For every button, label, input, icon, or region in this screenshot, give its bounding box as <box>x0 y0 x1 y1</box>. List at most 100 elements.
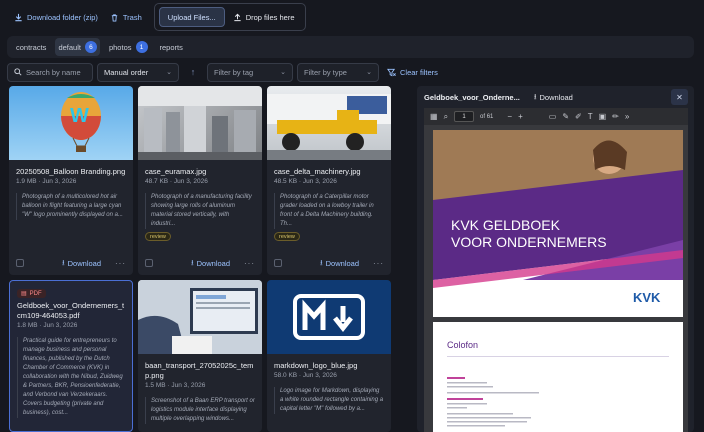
select-checkbox[interactable] <box>145 259 153 267</box>
file-description: Photograph of a multicolored hot air bal… <box>16 193 126 220</box>
comment-icon[interactable]: ▭ <box>549 112 557 121</box>
file-card[interactable]: case_euramax.jpg 48.7 KB · Jun 3, 2026 P… <box>138 86 262 275</box>
page-number-input[interactable]: 1 <box>454 111 475 122</box>
preview-download-label: Download <box>539 92 573 102</box>
drop-zone[interactable]: Drop files here <box>227 6 301 28</box>
file-meta: 1.5 MB · Jun 3, 2026 <box>145 382 206 389</box>
arrow-up-icon: ↑ <box>190 67 196 77</box>
file-name: case_euramax.jpg <box>145 167 207 176</box>
close-icon[interactable]: ✕ <box>671 89 688 105</box>
download-label: Download <box>325 258 359 268</box>
download-button[interactable]: ⭳ Download <box>62 257 101 270</box>
drop-zone-label: Drop files here <box>245 12 295 22</box>
file-description: Practical guide for entrepreneurs to man… <box>17 337 125 418</box>
cover-title-line2: VOOR ONDERNEMERS <box>451 234 607 250</box>
tab-default[interactable]: default 6 <box>55 38 100 56</box>
chevron-down-icon: ⌄ <box>166 69 172 76</box>
card-footer: ⭳ Download ··· <box>16 257 126 269</box>
trash-button[interactable]: Trash <box>104 6 148 28</box>
upload-files-button[interactable]: Upload Files... <box>158 7 225 27</box>
type-filter-placeholder: Filter by type <box>304 67 347 77</box>
chevron-down-icon: ⌄ <box>366 69 372 76</box>
file-card[interactable]: baan_transport_27052025c_temp.png 1.5 MB… <box>138 280 262 432</box>
card-footer: ⭳ Download ··· <box>274 257 384 269</box>
download-button[interactable]: ⭳ Download <box>191 257 230 270</box>
preview-download-button[interactable]: ⭳ Download <box>534 91 573 104</box>
sort-select[interactable]: Manual order ⌄ <box>97 62 179 82</box>
file-description: Logo image for Markdown, displaying a wh… <box>274 387 384 414</box>
file-name: baan_transport_27052025c_temp.png <box>145 361 254 380</box>
tab-reports[interactable]: reports <box>157 38 186 56</box>
preview-header: Geldboek_voor_Onderne... ⭳ Download <box>417 86 694 108</box>
tag-filter-select[interactable]: Filter by tag ⌄ <box>207 62 293 82</box>
file-name: case_delta_machinery.jpg <box>274 167 361 176</box>
draw-icon[interactable]: ✐ <box>575 112 582 121</box>
file-card[interactable]: markdown_logo_blue.jpg 58.0 KB · Jun 3, … <box>267 280 391 432</box>
sidebar-toggle-icon[interactable]: ▦ <box>430 112 438 121</box>
more-options-icon[interactable]: ··· <box>244 259 255 268</box>
download-icon <box>15 13 22 21</box>
file-card[interactable]: case_delta_machinery.jpg 48.5 KB · Jun 3… <box>267 86 391 275</box>
erp-screenshot-thumbnail <box>138 280 262 354</box>
grader-thumbnail <box>267 86 391 160</box>
search-input[interactable]: Search by name <box>7 62 93 82</box>
zoom-out-icon[interactable]: − <box>507 112 512 121</box>
more-options-icon[interactable]: ··· <box>115 259 126 268</box>
highlight-icon[interactable]: ✎ <box>562 112 569 121</box>
top-toolbar: Download folder (zip) Trash Upload Files… <box>0 0 704 34</box>
select-checkbox[interactable] <box>274 259 282 267</box>
file-meta: 1.9 MB · Jun 3, 2026 <box>16 178 77 185</box>
preview-title: Geldboek_voor_Onderne... <box>424 92 520 102</box>
text-icon[interactable]: T <box>588 112 593 121</box>
tab-label: reports <box>159 42 183 52</box>
type-filter-select[interactable]: Filter by type ⌄ <box>297 62 379 82</box>
tag-filter-placeholder: Filter by tag <box>214 67 254 77</box>
trash-icon <box>111 13 118 22</box>
pdf-toolbar: ▦ ⌕ 1 of 61 − + ▭ ✎ ✐ T ▣ ✏ » <box>424 108 688 125</box>
file-card[interactable]: W 20250508_Balloon Branding.png 1.9 MB ·… <box>9 86 133 275</box>
pdf-viewer: ▦ ⌕ 1 of 61 − + ▭ ✎ ✐ T ▣ ✏ » KVK GELDBO… <box>424 108 688 432</box>
pdf-badge: ▤ PDF <box>17 289 46 298</box>
clear-filter-icon <box>387 68 396 76</box>
zoom-in-icon[interactable]: + <box>518 112 523 121</box>
download-icon: ⭳ <box>320 257 323 267</box>
sort-direction-button[interactable]: ↑ <box>183 63 203 82</box>
select-checkbox[interactable] <box>16 259 24 267</box>
image-icon[interactable]: ▣ <box>599 112 607 121</box>
colofon-body-text <box>447 377 539 427</box>
clear-filters-button[interactable]: Clear filters <box>387 68 438 77</box>
file-meta: 48.7 KB · Jun 3, 2026 <box>145 178 208 185</box>
file-description: Screenshot of a Baan ERP transport or lo… <box>145 397 255 424</box>
review-tag[interactable]: review <box>274 232 300 241</box>
more-options-icon[interactable]: ··· <box>373 259 384 268</box>
tab-count-badge: 6 <box>84 41 97 53</box>
file-name: 20250508_Balloon Branding.png <box>16 167 126 176</box>
file-grid: W 20250508_Balloon Branding.png 1.9 MB ·… <box>9 86 399 432</box>
tab-label: default <box>58 42 81 52</box>
edit-icon[interactable]: ✏ <box>612 112 619 121</box>
download-button[interactable]: ⭳ Download <box>320 257 359 270</box>
download-icon: ⭳ <box>62 257 65 267</box>
chevron-down-icon: ⌄ <box>280 69 286 76</box>
pdf-badge-label: PDF <box>29 290 42 297</box>
download-folder-button[interactable]: Download folder (zip) <box>8 6 104 28</box>
tab-label: photos <box>108 42 132 52</box>
pdf-page-colofon: Colofon <box>433 322 683 432</box>
tab-contracts[interactable]: contracts <box>13 38 49 56</box>
overflow-icon[interactable]: » <box>625 112 629 121</box>
search-placeholder: Search by name <box>26 67 81 77</box>
tab-count-badge: 1 <box>135 41 148 53</box>
colofon-title: Colofon <box>447 340 479 350</box>
svg-text:W: W <box>70 105 89 127</box>
review-tag[interactable]: review <box>145 232 171 241</box>
cover-title-line1: KVK GELDBOEK <box>451 217 561 233</box>
tab-photos[interactable]: photos 1 <box>106 38 151 56</box>
download-label: Download <box>196 258 230 268</box>
download-label: Download <box>67 258 101 268</box>
download-icon: ⭳ <box>533 91 537 101</box>
filter-bar: Search by name Manual order ⌄ ↑ Filter b… <box>7 62 438 82</box>
file-meta: 58.0 KB · Jun 3, 2026 <box>274 372 337 379</box>
file-card-selected[interactable]: ▤ PDF Geldboek_voor_Ondernemers_tcm109-46… <box>9 280 133 432</box>
search-icon[interactable]: ⌕ <box>444 112 448 122</box>
preview-panel: Geldboek_voor_Onderne... ⭳ Download ✕ ▦ … <box>417 86 694 432</box>
